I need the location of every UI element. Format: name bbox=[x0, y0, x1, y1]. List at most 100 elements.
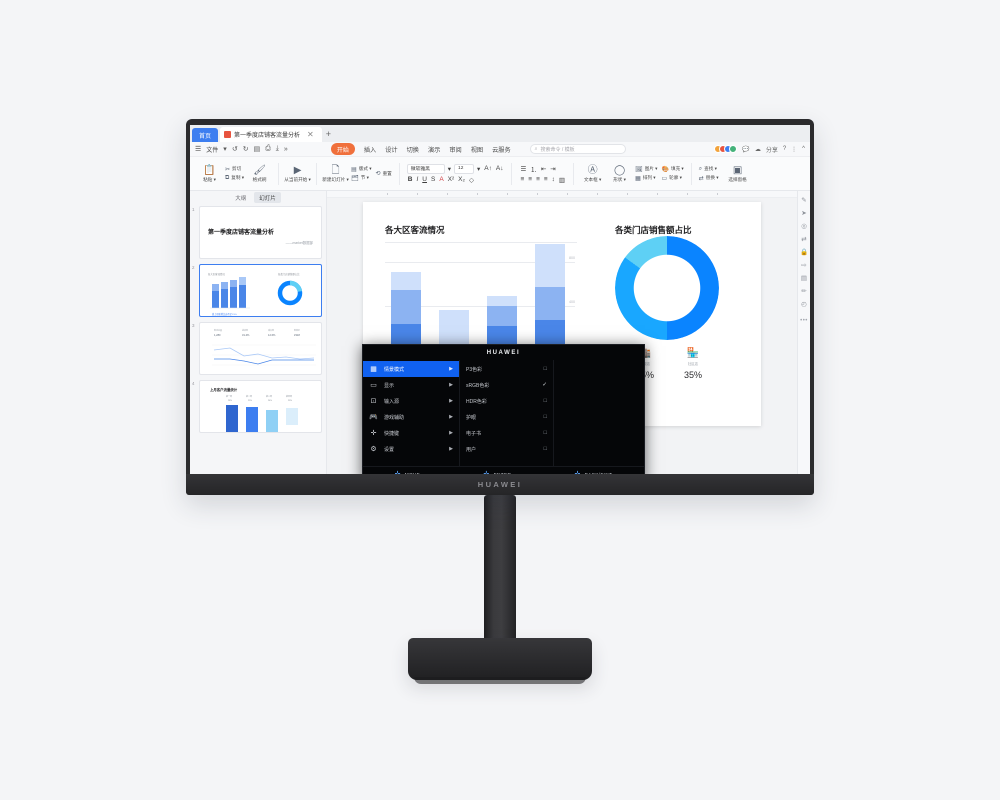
fill-button[interactable]: 🎨 填充 ▾ bbox=[661, 166, 683, 173]
shape-button[interactable]: ◯ 形状 ▾ bbox=[608, 165, 631, 183]
decrease-indent-button[interactable]: ⇤ bbox=[540, 165, 547, 173]
select-cursor-icon[interactable]: ➤ bbox=[801, 210, 806, 217]
osd-item-settings[interactable]: ⚙ 设置 ▶ bbox=[363, 441, 459, 457]
picture-button[interactable]: 🖼 图片 ▾ bbox=[635, 166, 657, 173]
osd-item-shortcut[interactable]: ✛ 快捷键 ▶ bbox=[363, 425, 459, 441]
clear-format-button[interactable]: ◇ bbox=[468, 176, 475, 184]
selection-pane-button[interactable]: ▣ 选择窗格 bbox=[723, 165, 753, 183]
file-menu-button[interactable]: 文件 bbox=[206, 145, 218, 154]
search-input[interactable]: ⌕ 搜索命令 / 模板 bbox=[529, 144, 626, 154]
find-button[interactable]: ⌕ 查找 ▾ bbox=[699, 166, 719, 173]
ribbon-tab-insert[interactable]: 插入 bbox=[364, 145, 376, 154]
tab-document[interactable]: 第一季度店铺客流量分析 ✕ bbox=[220, 127, 322, 142]
italic-button[interactable]: I bbox=[415, 176, 419, 183]
increase-indent-button[interactable]: ⇥ bbox=[549, 165, 556, 173]
numbering-button[interactable]: ⒈ bbox=[529, 164, 538, 174]
donut-chart[interactable] bbox=[615, 236, 719, 340]
annotate-icon[interactable]: ✏ bbox=[801, 288, 806, 295]
thumbnail-slide-4[interactable]: 4 上月客户流量统计 第一周 第二周 第三周 第四周 28% 25% 24% 2… bbox=[192, 380, 322, 433]
animation-icon[interactable]: ⇨ bbox=[801, 262, 806, 269]
chevron-down-icon[interactable]: ▾ bbox=[476, 165, 481, 173]
more-icon[interactable]: ⋮ bbox=[791, 146, 797, 153]
ribbon-tab-cloud[interactable]: 云服务 bbox=[492, 145, 511, 154]
format-painter-button[interactable]: 🖌 格式刷 bbox=[248, 165, 271, 183]
bar-chart[interactable]: 800 400 bbox=[385, 244, 575, 354]
justify-button[interactable]: ≡ bbox=[543, 176, 549, 183]
new-tab-button[interactable]: + bbox=[322, 127, 335, 142]
more-icon[interactable]: ••• bbox=[800, 318, 808, 324]
osd-option-p3[interactable]: P3色彩 □ bbox=[460, 361, 553, 377]
start-from-current-button[interactable]: ▶ 从当前开始 ▾ bbox=[284, 165, 311, 183]
export-pdf-icon[interactable]: ⤓ bbox=[276, 145, 279, 153]
share-button[interactable]: 分享 bbox=[766, 145, 778, 154]
ribbon-tab-design[interactable]: 设计 bbox=[385, 145, 397, 154]
bar-group[interactable] bbox=[535, 244, 565, 354]
chevron-down-icon[interactable]: ▾ bbox=[447, 165, 452, 173]
align-center-button[interactable]: ≡ bbox=[527, 176, 533, 183]
hamburger-icon[interactable]: ☰ bbox=[195, 145, 201, 153]
underline-button[interactable]: U bbox=[421, 176, 428, 183]
replace-button[interactable]: ⇄ 替换 ▾ bbox=[699, 175, 719, 182]
thumbnail-slide-2[interactable]: 2 各大区客流情况 各类门店销售额占比 线上和新增比达不足1.5% bbox=[192, 264, 322, 317]
osd-item-game-assist[interactable]: 🎮 游戏辅助 ▶ bbox=[363, 409, 459, 425]
cloud-icon[interactable]: ☁ bbox=[755, 146, 761, 153]
redo-icon[interactable]: ↻ bbox=[243, 145, 249, 153]
more-quick-icon[interactable]: » bbox=[284, 146, 288, 153]
tab-outline[interactable]: 大纲 bbox=[235, 194, 246, 202]
bullets-button[interactable]: ☰ bbox=[519, 165, 527, 173]
bar-group[interactable] bbox=[391, 272, 421, 354]
arrange-button[interactable]: ▦ 排列 ▾ bbox=[635, 175, 657, 182]
font-color-button[interactable]: A bbox=[438, 176, 444, 183]
osd-item-input-source[interactable]: ⊡ 输入源 ▶ bbox=[363, 393, 459, 409]
thumbnail-list[interactable]: 1 第一季度店铺客流量分析 ——market数据部 2 各大区客流情况 各类门店… bbox=[190, 204, 326, 474]
font-name-select[interactable]: 微软雅黑 bbox=[406, 163, 445, 174]
collaborator-avatars[interactable] bbox=[714, 145, 738, 153]
layout-button[interactable]: ▤ 版式 ▾ bbox=[351, 166, 371, 173]
osd-option-hdr[interactable]: HDR色彩 □ bbox=[460, 393, 553, 409]
columns-button[interactable]: ▥ bbox=[558, 176, 566, 184]
bold-button[interactable]: B bbox=[407, 176, 414, 183]
superscript-button[interactable]: X² bbox=[447, 176, 456, 183]
align-right-button[interactable]: ≡ bbox=[535, 176, 541, 183]
shrink-font-button[interactable]: A↓ bbox=[495, 165, 505, 172]
grow-font-button[interactable]: A↑ bbox=[483, 165, 493, 172]
monitor-osd-menu[interactable]: HUAWEI ▦ 情景模式 ▶ ▭ 显示 ▶ ⊡ 输入源 ▶ 🎮 游戏辅助 ▶ … bbox=[362, 344, 645, 474]
ribbon-tab-view[interactable]: 视图 bbox=[471, 145, 483, 154]
align-tool-icon[interactable]: ⇄ bbox=[801, 236, 806, 243]
history-icon[interactable]: ◴ bbox=[801, 301, 807, 308]
lock-icon[interactable]: 🔒 bbox=[800, 249, 808, 256]
osd-option-srgb[interactable]: sRGB色彩 ✓ bbox=[460, 377, 553, 393]
print-icon[interactable]: ⎙ bbox=[265, 145, 271, 153]
undo-icon[interactable]: ↺ bbox=[232, 145, 238, 153]
thumbnail-slide-1[interactable]: 1 第一季度店铺客流量分析 ——market数据部 bbox=[192, 206, 322, 259]
font-size-select[interactable]: 12 bbox=[454, 163, 475, 174]
shape-tool-icon[interactable]: ◎ bbox=[801, 223, 807, 230]
help-icon[interactable]: ? bbox=[783, 146, 786, 152]
pen-icon[interactable]: ✎ bbox=[801, 197, 806, 204]
osd-item-display[interactable]: ▭ 显示 ▶ bbox=[363, 377, 459, 393]
ribbon-tab-transition[interactable]: 切换 bbox=[407, 145, 419, 154]
ribbon-tab-start[interactable]: 开始 bbox=[330, 143, 355, 155]
line-spacing-button[interactable]: ↕ bbox=[551, 176, 556, 183]
comment-icon[interactable]: 💬 bbox=[742, 146, 749, 153]
thumbnail-slide-3[interactable]: 3 客流总量 进店率 成交率 客单价 1,280 31.4% 12.6% ¥31… bbox=[192, 322, 322, 375]
table-icon[interactable]: ▤ bbox=[801, 275, 807, 282]
align-left-button[interactable]: ≡ bbox=[519, 176, 525, 183]
cut-button[interactable]: ✂ 剪切 bbox=[225, 166, 244, 173]
new-slide-button[interactable]: 🗋 新建幻灯片 ▾ bbox=[322, 165, 349, 183]
tab-slides[interactable]: 幻灯片 bbox=[254, 192, 281, 203]
save-icon[interactable]: ▤ bbox=[254, 145, 261, 153]
text-box-button[interactable]: Ⓐ 文本框 ▾ bbox=[581, 165, 604, 183]
close-icon[interactable]: ✕ bbox=[303, 127, 318, 142]
copy-button[interactable]: ⧉ 复制 ▾ bbox=[225, 175, 244, 182]
osd-option-eyecare[interactable]: 护眼 □ bbox=[460, 409, 553, 425]
osd-option-user[interactable]: 用户 □ bbox=[460, 441, 553, 457]
collapse-ribbon-icon[interactable]: ^ bbox=[802, 146, 805, 152]
section-button[interactable]: 🗂 节 ▾ bbox=[351, 175, 371, 182]
reset-button[interactable]: ⟲ 重置 bbox=[376, 170, 392, 178]
tab-home[interactable]: 首页 bbox=[192, 128, 218, 142]
osd-option-ebook[interactable]: 电子书 □ bbox=[460, 425, 553, 441]
ribbon-tab-present[interactable]: 演示 bbox=[428, 145, 440, 154]
subscript-button[interactable]: X₂ bbox=[457, 176, 466, 183]
ribbon-tab-review[interactable]: 审阅 bbox=[449, 145, 461, 154]
